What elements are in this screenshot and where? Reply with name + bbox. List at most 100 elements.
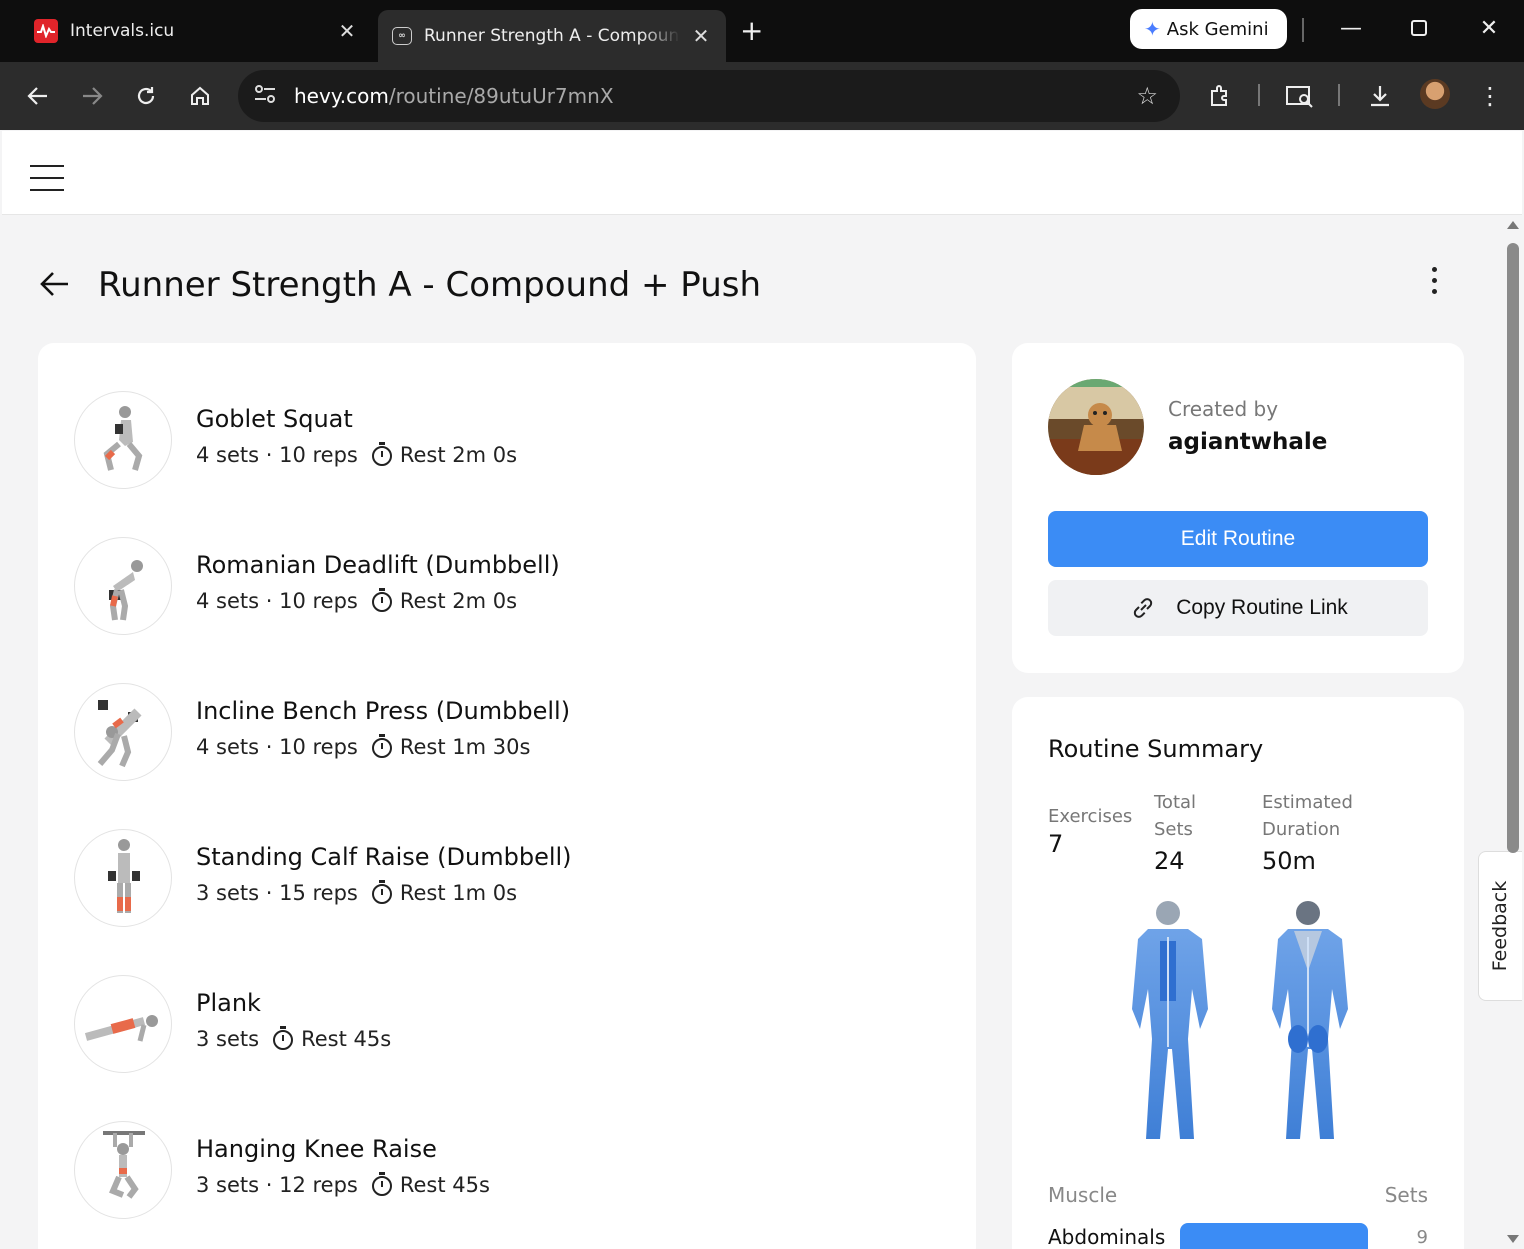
reload-icon[interactable] [130, 80, 162, 112]
stat-total-sets: Total Sets 24 [1154, 789, 1224, 875]
ask-gemini-button[interactable]: ✦ Ask Gemini [1130, 9, 1287, 49]
hanging-knee-raise-thumbnail [74, 1121, 172, 1219]
browser-tab-bar: Intervals.icu ✕ ∞ Runner Strength A - Co… [0, 0, 1524, 62]
muscle-sets-count: 9 [1416, 1227, 1428, 1248]
incline-bench-press-thumbnail [74, 683, 172, 781]
created-by-label: Created by [1168, 397, 1279, 421]
muscle-name: Abdominals [1048, 1225, 1166, 1249]
maximize-icon[interactable] [1404, 16, 1434, 42]
page-title: Runner Strength A - Compound + Push [98, 265, 762, 305]
ask-gemini-label: Ask Gemini [1166, 18, 1269, 40]
scroll-up-icon[interactable] [1507, 221, 1519, 229]
tab-hevy-routine[interactable]: ∞ Runner Strength A - Compound + Push ✕ [378, 10, 726, 62]
exercise-name[interactable]: Romanian Deadlift (Dumbbell) [196, 551, 560, 579]
browser-menu-icon[interactable]: ⋮ [1474, 80, 1506, 112]
romanian-deadlift-thumbnail [74, 537, 172, 635]
sets-reps-text: 4 sets · 10 reps [196, 589, 358, 613]
home-icon[interactable] [184, 80, 216, 112]
stat-value: 7 [1048, 830, 1064, 858]
more-options-icon[interactable] [1424, 267, 1444, 300]
stat-value: 24 [1154, 847, 1185, 875]
exercise-item-romanian-deadlift[interactable]: Romanian Deadlift (Dumbbell) 4 sets · 10… [74, 537, 934, 637]
muscle-body-map [1132, 901, 1348, 1139]
edit-routine-button[interactable]: Edit Routine [1048, 511, 1428, 567]
body-back [1272, 901, 1348, 1139]
creator-card: Created by agiantwhale Edit Routine Copy… [1012, 343, 1464, 673]
stopwatch-icon [371, 588, 392, 612]
exercise-meta: 3 sets · 12 reps Rest 45s [196, 1172, 490, 1197]
goblet-squat-thumbnail [74, 391, 172, 489]
hamburger-menu-icon[interactable] [30, 165, 64, 201]
exercise-meta: 3 sets Rest 45s [196, 1026, 391, 1051]
tab-close-icon[interactable]: ✕ [336, 19, 358, 43]
scrollbar-thumb[interactable] [1507, 243, 1519, 853]
forward-arrow-icon[interactable] [76, 80, 108, 112]
page-scrollbar[interactable] [1504, 221, 1522, 1249]
intervals-favicon-icon [34, 19, 58, 43]
copy-routine-link-label: Copy Routine Link [1176, 596, 1348, 619]
exercise-meta: 4 sets · 10 reps Rest 2m 0s [196, 442, 518, 467]
exercise-name[interactable]: Standing Calf Raise (Dumbbell) [196, 843, 572, 871]
url-text: hevy.com/routine/89utuUr7mnX [294, 84, 614, 108]
exercise-name[interactable]: Plank [196, 989, 261, 1017]
stopwatch-icon [371, 1172, 392, 1196]
exercise-item-goblet-squat[interactable]: Goblet Squat 4 sets · 10 reps Rest 2m 0s [74, 391, 934, 491]
toolbar-divider [1338, 84, 1340, 106]
window-close-icon[interactable]: ✕ [1474, 16, 1504, 41]
exercise-item-incline-bench-press[interactable]: Incline Bench Press (Dumbbell) 4 sets · … [74, 683, 934, 783]
tab-search-icon[interactable] [1284, 80, 1316, 112]
url-path: /routine/89utuUr7mnX [388, 84, 614, 108]
stat-label: Exercises [1048, 806, 1133, 827]
rest-text: Rest 1m 0s [399, 881, 518, 905]
body-front [1132, 901, 1208, 1139]
address-bar[interactable]: hevy.com/routine/89utuUr7mnX ☆ [238, 70, 1180, 122]
exercise-name[interactable]: Incline Bench Press (Dumbbell) [196, 697, 570, 725]
stat-duration: Estimated Duration 50m [1262, 789, 1372, 875]
rest-text: Rest 1m 30s [399, 735, 531, 759]
sets-reps-text: 3 sets [196, 1027, 260, 1051]
new-tab-icon[interactable]: + [740, 14, 763, 47]
stopwatch-icon [371, 880, 392, 904]
exercise-name[interactable]: Hanging Knee Raise [196, 1135, 437, 1163]
tab-bar-divider [1302, 18, 1304, 42]
rest-text: Rest 2m 0s [399, 443, 518, 467]
sets-reps-text: 3 sets · 12 reps [196, 1173, 358, 1197]
back-arrow-icon[interactable] [22, 80, 54, 112]
gemini-sparkle-icon: ✦ [1144, 17, 1161, 41]
tab-close-icon[interactable]: ✕ [690, 24, 712, 48]
browser-toolbar: hevy.com/routine/89utuUr7mnX ☆ ⋮ [0, 62, 1524, 130]
profile-avatar[interactable] [1420, 79, 1450, 109]
exercise-meta: 4 sets · 10 reps Rest 1m 30s [196, 734, 531, 759]
creator-avatar[interactable] [1048, 379, 1144, 475]
sets-column-header: Sets [1384, 1183, 1428, 1207]
toolbar-divider [1258, 84, 1260, 106]
extensions-icon[interactable] [1204, 80, 1236, 112]
download-icon[interactable] [1364, 80, 1396, 112]
tab-title: Intervals.icu [70, 21, 175, 41]
rest-text: Rest 2m 0s [399, 589, 518, 613]
routine-summary-card: Routine Summary Exercises 7 Total Sets 2… [1012, 697, 1464, 1249]
sets-reps-text: 3 sets · 15 reps [196, 881, 358, 905]
exercise-item-plank[interactable]: Plank 3 sets Rest 45s [74, 975, 934, 1075]
exercise-item-hanging-knee-raise[interactable]: Hanging Knee Raise 3 sets · 12 reps Rest… [74, 1121, 934, 1221]
summary-title: Routine Summary [1048, 735, 1264, 763]
stat-label: Total Sets [1154, 792, 1197, 840]
muscle-column-header: Muscle [1048, 1183, 1118, 1207]
standing-calf-raise-thumbnail [74, 829, 172, 927]
sets-reps-text: 4 sets · 10 reps [196, 443, 358, 467]
tab-intervals[interactable]: Intervals.icu ✕ [20, 10, 372, 52]
minimize-icon[interactable]: — [1336, 16, 1366, 41]
sets-reps-text: 4 sets · 10 reps [196, 735, 358, 759]
bookmark-star-icon[interactable]: ☆ [1136, 82, 1158, 110]
exercise-name[interactable]: Goblet Squat [196, 405, 353, 433]
back-arrow-icon[interactable] [40, 267, 70, 305]
muscle-sets-bar [1180, 1223, 1368, 1249]
exercise-item-standing-calf-raise[interactable]: Standing Calf Raise (Dumbbell) 3 sets · … [74, 829, 934, 929]
scroll-down-icon[interactable] [1507, 1235, 1519, 1243]
creator-username[interactable]: agiantwhale [1168, 429, 1327, 455]
copy-routine-link-button[interactable]: Copy Routine Link [1048, 580, 1428, 636]
site-settings-icon[interactable] [252, 84, 278, 108]
muscle-row: Abdominals 9 [1048, 1221, 1428, 1249]
exercise-list-card: Goblet Squat 4 sets · 10 reps Rest 2m 0s… [38, 343, 976, 1249]
hevy-favicon-icon: ∞ [392, 27, 412, 45]
